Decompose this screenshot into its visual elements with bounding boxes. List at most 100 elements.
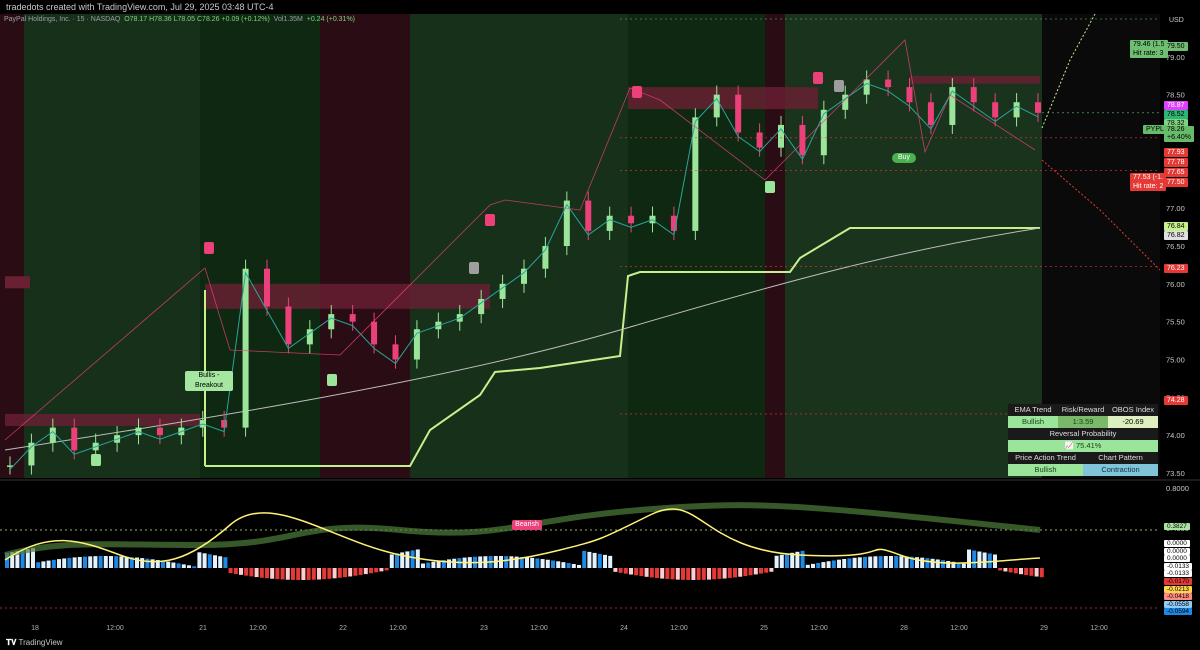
last-price-tag: 78.26 +6.40%	[1164, 126, 1194, 142]
histogram-bar	[374, 568, 379, 573]
histogram-bar	[166, 561, 171, 568]
candle	[756, 132, 763, 148]
price-tag-7623: 76.23	[1164, 264, 1188, 273]
histogram-bar	[379, 568, 384, 572]
price-tick: 78.50	[1166, 91, 1185, 100]
histogram-bar	[826, 561, 831, 568]
histogram-bar	[1019, 568, 1023, 575]
histogram-bar	[327, 568, 332, 579]
histogram-bar	[145, 558, 150, 568]
time-tick: 12:00	[950, 625, 968, 632]
histogram-bar	[218, 556, 223, 568]
histogram-bar	[275, 568, 280, 580]
histogram-bar	[977, 551, 982, 568]
trend-zone	[24, 14, 200, 478]
symbol-legend: PayPal Holdings, Inc. · 15 · NASDAQ O78.…	[4, 15, 355, 25]
osc-value-badge: -0.0170	[1164, 578, 1193, 585]
histogram-bar	[332, 568, 337, 579]
histogram-bar	[649, 568, 654, 578]
time-tick: 12:00	[1090, 625, 1108, 632]
signal-marker	[632, 86, 642, 98]
ema-trend-header: EMA Trend	[1014, 405, 1052, 414]
histogram-bar	[1013, 568, 1018, 574]
histogram-bar	[317, 568, 321, 580]
time-tick: 12:00	[106, 625, 124, 632]
candle	[863, 79, 870, 95]
histogram-bar	[239, 568, 243, 575]
buy-signal-label: Buy	[892, 153, 916, 163]
histogram-bar	[98, 556, 103, 568]
obos-header: OBOS Index	[1111, 405, 1155, 414]
histogram-bar	[535, 558, 540, 568]
histogram-bar	[254, 568, 259, 578]
histogram-bar	[883, 556, 888, 568]
histogram-bar	[311, 568, 316, 580]
histogram-bar	[233, 568, 238, 575]
histogram-bar	[176, 563, 181, 568]
histogram-bar	[540, 559, 545, 568]
time-tick: 12:00	[530, 625, 548, 632]
price-tag-7684: 76.84	[1164, 222, 1188, 231]
histogram-bar	[369, 568, 373, 574]
histogram-bar	[899, 556, 904, 568]
candle	[349, 314, 356, 322]
bearish-label: Bearish	[512, 520, 542, 530]
histogram-bar	[57, 559, 61, 568]
signal-marker	[834, 80, 844, 92]
osc-value-badge: 0.0000	[1164, 555, 1190, 563]
histogram-bar	[670, 568, 675, 580]
histogram-bar	[717, 568, 722, 579]
candle	[71, 427, 78, 451]
candle	[885, 79, 892, 88]
ohlc-values: O78.17 H78.36 L78.05 C78.26 +0.09 (+0.12…	[124, 16, 270, 23]
candle	[371, 321, 378, 345]
signal-marker	[813, 72, 823, 84]
histogram-bar	[280, 568, 285, 580]
chart-canvas[interactable]: 79.5079.0078.5078.0077.5077.0076.5076.00…	[0, 0, 1200, 650]
histogram-bar	[597, 553, 602, 568]
histogram-bar	[322, 568, 327, 580]
histogram-bar	[681, 568, 685, 580]
histogram-bar	[1024, 568, 1029, 576]
histogram-bar	[982, 552, 987, 568]
histogram-bar	[223, 557, 228, 568]
histogram-bar	[348, 568, 353, 577]
reversal-probability-value: 📈 75.41%	[1064, 441, 1102, 450]
histogram-bar	[722, 568, 727, 579]
histogram-bar	[265, 568, 269, 579]
osc-tick: 0.8000	[1166, 484, 1189, 493]
histogram-bar	[629, 568, 633, 575]
candle	[820, 109, 827, 156]
trend-zone	[320, 14, 410, 478]
histogram-bar	[244, 568, 249, 576]
time-tick: 22	[339, 625, 347, 632]
histogram-bar	[1039, 568, 1044, 578]
histogram-bar	[769, 568, 774, 572]
time-tick: 29	[1040, 625, 1048, 632]
histogram-bar	[894, 556, 899, 568]
histogram-bar	[655, 568, 659, 579]
oscillator-background	[0, 480, 1160, 620]
volume-label: Vol1.35M	[273, 16, 303, 23]
histogram-bar	[504, 556, 509, 568]
osc-value-badge: -0.0594	[1164, 608, 1193, 616]
histogram-bar	[582, 550, 587, 568]
histogram-bar	[639, 568, 644, 577]
histogram-bar	[77, 556, 82, 568]
histogram-bar	[785, 553, 789, 568]
histogram-bar	[868, 556, 873, 568]
risk-reward-value: 1:3.59	[1058, 416, 1108, 428]
histogram-bar	[774, 555, 779, 568]
time-tick: 28	[900, 625, 908, 632]
histogram-bar	[337, 568, 342, 578]
volume-change: +0.24 (+0.31%)	[306, 16, 356, 23]
signal-marker	[765, 181, 775, 193]
target-down-tag: 77.53 (-1. Hit rate: 2	[1130, 173, 1167, 191]
signal-marker	[485, 214, 495, 226]
histogram-bar	[551, 560, 555, 568]
signal-marker	[327, 374, 337, 386]
histogram-bar	[743, 568, 748, 577]
histogram-bar	[556, 561, 561, 568]
histogram-bar	[863, 556, 867, 568]
price-tag-7852: 78.52	[1164, 110, 1188, 119]
